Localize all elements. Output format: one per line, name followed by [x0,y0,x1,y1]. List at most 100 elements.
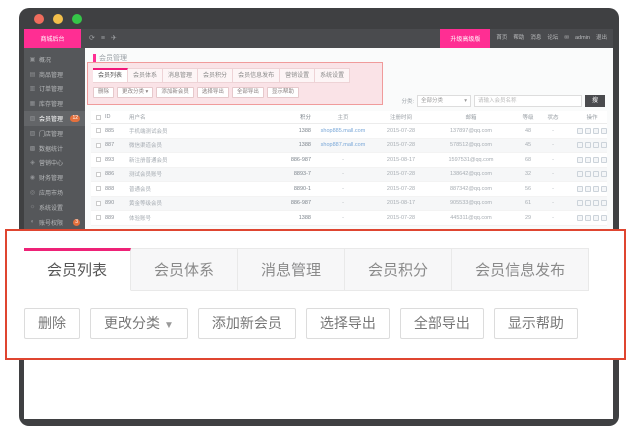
row-checkbox[interactable] [96,128,101,133]
settings-icon[interactable] [585,128,591,134]
table-row[interactable]: 885 手机端测试会员 1388 shop885.mall.com 2015-0… [91,124,607,139]
member-tab[interactable]: 系统设置 [315,68,350,83]
table-row[interactable]: 888 普通会员 8890-1 - 2015-07-28 887342@qq.c… [91,182,607,197]
search-input[interactable] [474,95,582,107]
sidebar-item[interactable]: ◈ 营销中心 [24,156,85,171]
header-nav-item[interactable]: 论坛 [547,29,558,48]
cell-name[interactable]: 体验账号 [129,214,261,222]
toolbar-button[interactable]: 删除 [93,87,114,98]
cell-name[interactable]: 测试会员账号 [129,170,261,178]
cell-link[interactable]: - [311,186,375,192]
settings-icon[interactable] [585,171,591,177]
row-checkbox[interactable] [96,215,101,220]
table-row[interactable]: 893 新注册普通会员 886-987 - 2015-08-17 1597531… [91,153,607,168]
edit-icon[interactable] [577,200,583,206]
sidebar-item[interactable]: ▩ 数据统计 [24,141,85,156]
table-row[interactable]: 886 测试会员账号 8893-7 - 2015-07-28 138642@qq… [91,168,607,183]
callout-tab[interactable]: 会员信息发布 [452,248,589,291]
sidebar-item[interactable]: ◎ 应用市场 [24,185,85,200]
sidebar-item[interactable]: ▧ 会员管理 12 [24,111,85,126]
table-row[interactable]: 887 微信渠道会员 1388 shop887.mall.com 2015-07… [91,139,607,154]
settings-icon[interactable] [585,215,591,221]
delete-icon[interactable] [601,215,607,221]
delete-icon[interactable] [601,157,607,163]
cell-link[interactable]: - [311,215,375,221]
header-nav-item[interactable]: ✉ [564,29,569,48]
col-name[interactable]: 用户名 [129,113,261,121]
callout-tab[interactable]: 会员列表 [24,248,131,291]
callout-tab[interactable]: 会员积分 [345,248,452,291]
header-nav-item[interactable]: 帮助 [513,29,524,48]
cell-name[interactable]: 普通会员 [129,185,261,193]
sidebar-item[interactable]: ▣ 概况 [24,52,85,67]
edit-icon[interactable] [577,186,583,192]
member-tab[interactable]: 会员体系 [128,68,163,83]
settings-icon[interactable] [585,157,591,163]
callout-toolbar-button[interactable]: 全部导出 [400,308,484,339]
select-all-checkbox[interactable] [96,115,101,120]
callout-toolbar-button[interactable]: 选择导出 [306,308,390,339]
search-button[interactable]: 搜 [585,95,605,107]
header-nav-item[interactable]: 退出 [596,29,607,48]
toolbar-button[interactable]: 更改分类 ▾ [117,87,153,98]
callout-toolbar-button[interactable]: 添加新会员 [198,308,296,339]
mail-icon[interactable] [593,128,599,134]
settings-icon[interactable] [585,186,591,192]
cell-link[interactable]: - [311,171,375,177]
sidebar-item[interactable]: ▨ 门店管理 [24,126,85,141]
callout-toolbar-button[interactable]: 删除 [24,308,80,339]
table-row[interactable]: 889 体验账号 1388 - 2015-07-28 445311@qq.com… [91,211,607,226]
delete-icon[interactable] [601,171,607,177]
mail-icon[interactable] [593,215,599,221]
member-tab[interactable]: 营销设置 [280,68,315,83]
member-tab[interactable]: 会员积分 [198,68,233,83]
table-row[interactable]: 890 黄金等级会员 886-987 - 2015-08-17 905533@q… [91,197,607,212]
member-tab[interactable]: 会员列表 [93,68,128,83]
cell-link[interactable]: - [311,200,375,206]
callout-toolbar-button[interactable]: 更改分类▼ [90,308,188,339]
row-checkbox[interactable] [96,186,101,191]
member-tab[interactable]: 会员信息发布 [233,68,280,83]
sidebar-item[interactable]: ☼ 系统设置 [24,200,85,215]
sidebar-item[interactable]: ◉ 财务管理 [24,170,85,185]
mail-icon[interactable] [593,157,599,163]
sidebar-item[interactable]: ◐ 账号权限 3 [24,215,85,230]
member-tab[interactable]: 消息管理 [163,68,198,83]
close-window-button[interactable] [34,14,44,24]
edit-icon[interactable] [577,171,583,177]
mail-icon[interactable] [593,200,599,206]
edit-icon[interactable] [577,215,583,221]
sidebar-item[interactable]: ▤ 商品管理 [24,67,85,82]
sidebar-item[interactable]: ▦ 库存管理 [24,96,85,111]
delete-icon[interactable] [601,200,607,206]
row-checkbox[interactable] [96,157,101,162]
header-nav-item[interactable]: 消息 [530,29,541,48]
cell-name[interactable]: 黄金等级会员 [129,199,261,207]
row-checkbox[interactable] [96,143,101,148]
header-nav-item[interactable]: 首页 [496,29,507,48]
cell-link[interactable]: shop887.mall.com [311,142,375,148]
toolbar-button[interactable]: 全部导出 [232,87,264,98]
cell-name[interactable]: 新注册普通会员 [129,156,261,164]
cell-name[interactable]: 手机端测试会员 [129,127,261,135]
header-tool-icon[interactable]: ≡ [101,29,105,48]
cell-name[interactable]: 微信渠道会员 [129,141,261,149]
sidebar-item[interactable]: ▥ 订单管理 [24,82,85,97]
callout-tab[interactable]: 消息管理 [238,248,345,291]
app-logo[interactable]: 商城后台 [24,29,81,48]
zoom-window-button[interactable] [72,14,82,24]
delete-icon[interactable] [601,128,607,134]
toolbar-button[interactable]: 显示帮助 [267,87,299,98]
settings-icon[interactable] [585,200,591,206]
edit-icon[interactable] [577,142,583,148]
row-checkbox[interactable] [96,172,101,177]
header-tool-icon[interactable]: ✈ [111,29,117,48]
toolbar-button[interactable]: 添加新会员 [156,87,194,98]
row-checkbox[interactable] [96,201,101,206]
mail-icon[interactable] [593,171,599,177]
delete-icon[interactable] [601,142,607,148]
delete-icon[interactable] [601,186,607,192]
minimize-window-button[interactable] [53,14,63,24]
category-select[interactable]: 全部分类 ▾ [417,95,471,107]
callout-tab[interactable]: 会员体系 [131,248,238,291]
